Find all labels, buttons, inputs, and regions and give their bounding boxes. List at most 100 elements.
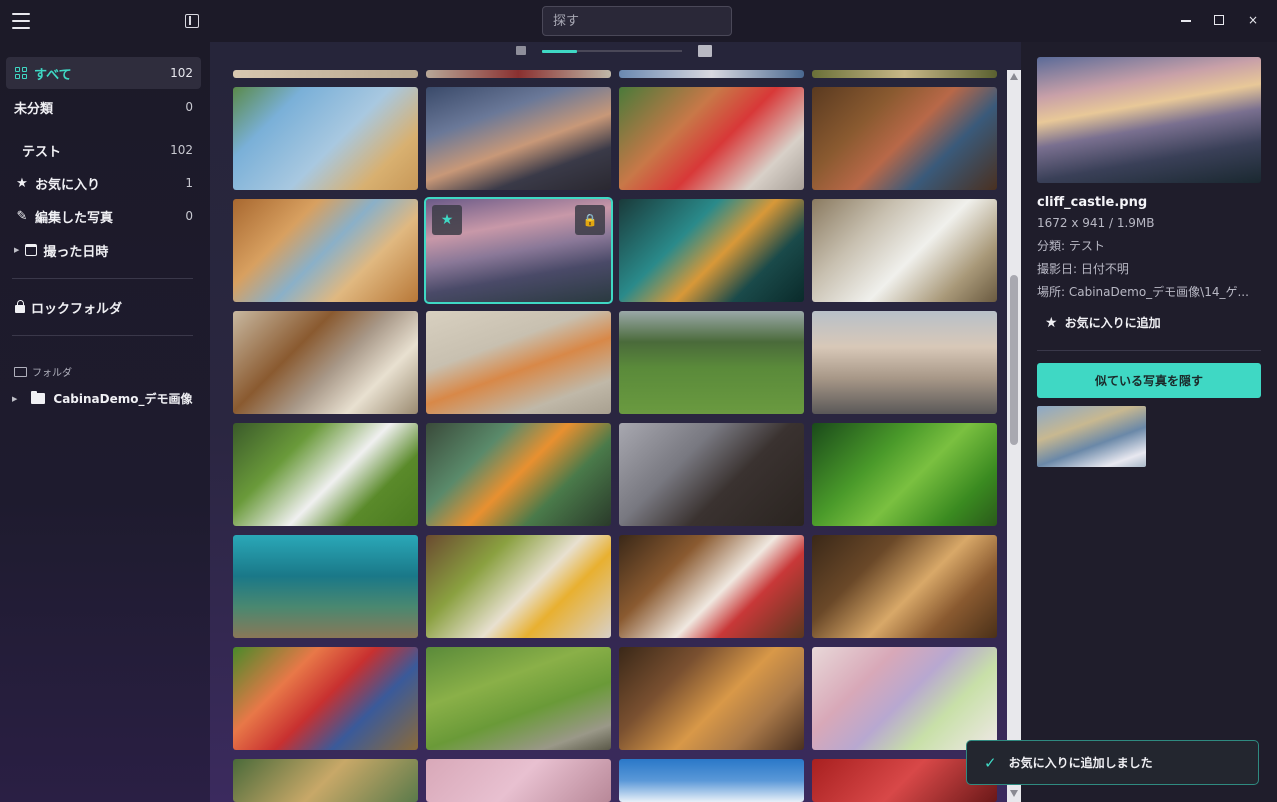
photo-thumbnail[interactable] xyxy=(812,70,997,78)
photo-thumbnail[interactable] xyxy=(619,535,804,638)
gallery-scrollbar[interactable] xyxy=(1007,70,1021,802)
lock-icon[interactable]: 🔒 xyxy=(575,205,605,235)
photo-thumbnail[interactable] xyxy=(812,199,997,302)
sidebar-item-label: お気に入り xyxy=(35,177,101,193)
sidebar-item-all[interactable]: すべて 102 xyxy=(6,57,201,89)
photo-thumbnail[interactable] xyxy=(233,87,418,190)
photo-thumbnail[interactable] xyxy=(426,647,611,750)
sidebar-item-favorites[interactable]: ★ お気に入り 1 xyxy=(6,167,201,199)
folder-icon xyxy=(31,391,46,404)
zoom-slider-fill xyxy=(542,50,577,53)
photo-thumbnail[interactable] xyxy=(619,423,804,526)
gallery-area: ★ 🔒 xyxy=(210,42,1021,802)
photo-thumbnail[interactable] xyxy=(812,535,997,638)
checkmark-icon: ✓ xyxy=(984,753,997,772)
sidebar-divider xyxy=(12,278,193,279)
sidebar-item-label: すべて xyxy=(34,67,72,83)
sidebar-item-count: 0 xyxy=(185,100,193,114)
details-panel: cliff_castle.png 1672 x 941 / 1.9MB 分類: … xyxy=(1021,42,1277,802)
sidebar-item-label: 編集した写真 xyxy=(35,210,114,226)
expand-arrow-icon[interactable]: ▶ xyxy=(12,395,17,403)
sidebar-item-label: テスト xyxy=(22,144,62,160)
photo-thumbnail[interactable] xyxy=(619,199,804,302)
hide-similar-button[interactable]: 似ている写真を隠す xyxy=(1037,363,1261,398)
star-icon[interactable]: ★ xyxy=(432,205,462,235)
maximize-button[interactable] xyxy=(1211,12,1227,28)
expand-arrow-icon[interactable]: ▶ xyxy=(14,246,19,254)
grid-icon xyxy=(15,67,27,79)
sidebar-toggle-icon[interactable] xyxy=(185,14,199,28)
sidebar-item-count: 1 xyxy=(185,176,193,190)
photo-thumbnail[interactable] xyxy=(812,423,997,526)
scroll-down-arrow-icon[interactable] xyxy=(1010,790,1018,797)
photo-thumbnail[interactable] xyxy=(426,535,611,638)
sidebar-folder-item[interactable]: ▶ CabinaDemo_デモ画像 xyxy=(12,390,193,407)
add-to-favorites-button[interactable]: ★ お気に入りに追加 xyxy=(1045,314,1161,331)
star-icon: ★ xyxy=(16,175,28,191)
photo-thumbnail[interactable] xyxy=(812,647,997,750)
folder-label: CabinaDemo_デモ画像 xyxy=(53,392,193,406)
title-bar: × xyxy=(0,0,1277,42)
photo-thumbnail[interactable] xyxy=(233,423,418,526)
photo-thumbnail[interactable] xyxy=(233,311,418,414)
toast-message: お気に入りに追加しました xyxy=(1008,756,1153,770)
photo-thumbnail[interactable] xyxy=(426,423,611,526)
scroll-up-arrow-icon[interactable] xyxy=(1010,73,1018,80)
sidebar-item-lock-folder[interactable]: ロックフォルダ xyxy=(6,291,201,323)
search-input[interactable] xyxy=(542,6,732,36)
photo-thumbnail[interactable] xyxy=(233,647,418,750)
file-location: 場所: CabinaDemo_デモ画像\14_ゲ... xyxy=(1037,285,1249,299)
zoom-bar xyxy=(210,42,1021,64)
sidebar-item-label: ロックフォルダ xyxy=(31,301,123,317)
close-button[interactable]: × xyxy=(1245,12,1261,28)
photo-thumbnail[interactable] xyxy=(812,87,997,190)
sidebar-item-label: 撮った日時 xyxy=(43,244,109,260)
sidebar-item-date-taken[interactable]: ▶ 撮った日時 xyxy=(6,234,201,266)
photo-thumbnail[interactable] xyxy=(233,70,418,78)
photo-thumbnail[interactable] xyxy=(233,759,418,802)
sidebar-item-test[interactable]: テスト 102 xyxy=(6,134,201,166)
photo-thumbnail[interactable] xyxy=(619,87,804,190)
hamburger-menu-icon[interactable] xyxy=(12,13,30,29)
photo-thumbnail[interactable] xyxy=(426,759,611,802)
folders-heading-label: フォルダ xyxy=(32,368,72,379)
calendar-icon xyxy=(25,244,38,256)
minimize-button[interactable] xyxy=(1178,12,1194,28)
sidebar-item-uncategorized[interactable]: 未分類 0 xyxy=(6,91,201,123)
sidebar-divider xyxy=(12,335,193,336)
photo-thumbnail[interactable] xyxy=(812,311,997,414)
sidebar-item-label: 未分類 xyxy=(14,101,54,117)
file-name: cliff_castle.png xyxy=(1037,195,1148,210)
panel-divider xyxy=(1037,350,1261,351)
sidebar-item-edited[interactable]: ✎ 編集した写真 0 xyxy=(6,200,201,232)
folders-heading: フォルダ xyxy=(14,364,72,379)
preview-image xyxy=(1037,57,1261,183)
similar-photo-thumbnail[interactable] xyxy=(1037,406,1146,467)
sidebar: すべて 102 未分類 0 テスト 102 ★ お気に入り 1 ✎ 編集した写真… xyxy=(0,42,210,802)
file-dimensions: 1672 x 941 / 1.9MB xyxy=(1037,216,1155,230)
sidebar-item-count: 102 xyxy=(170,143,193,157)
photo-thumbnail[interactable] xyxy=(619,70,804,78)
photo-thumbnail[interactable] xyxy=(619,647,804,750)
photo-thumbnail[interactable] xyxy=(426,311,611,414)
photo-thumbnail[interactable] xyxy=(426,70,611,78)
pencil-icon: ✎ xyxy=(16,208,28,224)
folder-icon xyxy=(14,366,27,377)
sidebar-item-count: 0 xyxy=(185,209,193,223)
sidebar-item-count: 102 xyxy=(170,66,193,80)
file-category: 分類: テスト xyxy=(1037,239,1105,253)
photo-thumbnail[interactable] xyxy=(426,87,611,190)
photo-thumbnail[interactable] xyxy=(619,311,804,414)
photo-thumbnail[interactable] xyxy=(619,759,804,802)
scrollbar-thumb[interactable] xyxy=(1010,275,1018,445)
photo-thumbnail[interactable] xyxy=(233,535,418,638)
photo-thumbnail-selected[interactable]: ★ 🔒 xyxy=(424,197,613,304)
add-to-favorites-label: お気に入りに追加 xyxy=(1064,316,1161,330)
small-image-icon[interactable] xyxy=(516,46,526,55)
large-image-icon[interactable] xyxy=(698,45,712,57)
photo-thumbnail[interactable] xyxy=(233,199,418,302)
toast-notification: ✓ お気に入りに追加しました xyxy=(966,740,1259,785)
zoom-slider[interactable] xyxy=(542,50,682,53)
file-date: 撮影日: 日付不明 xyxy=(1037,262,1129,276)
lock-icon xyxy=(15,299,25,313)
